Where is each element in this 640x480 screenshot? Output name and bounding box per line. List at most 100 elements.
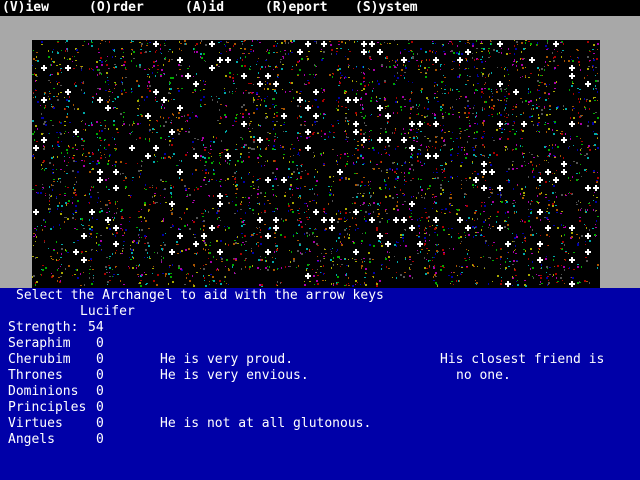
map-cell <box>554 265 559 267</box>
map-cell <box>220 185 222 187</box>
map-cell <box>122 232 125 236</box>
map-cell <box>106 186 110 190</box>
map-cell <box>193 153 199 159</box>
map-cell <box>123 241 125 246</box>
map-frame <box>0 16 640 288</box>
map-cell <box>393 208 399 211</box>
menu-system[interactable]: (S)ystem <box>355 0 418 16</box>
map-cell <box>481 169 487 175</box>
map-cell <box>219 152 223 158</box>
map-cell <box>481 226 483 231</box>
archangel-name[interactable]: Lucifer <box>80 304 135 320</box>
map-cell <box>250 233 255 237</box>
map-cell <box>200 53 205 55</box>
map-cell <box>130 248 134 254</box>
map-cell <box>265 145 269 150</box>
map-cell <box>394 72 399 79</box>
map-cell <box>144 51 151 53</box>
map-cell <box>226 48 231 52</box>
map-cell <box>234 210 238 214</box>
strength-label: Strength: <box>8 320 79 335</box>
map-cell <box>144 202 151 206</box>
map-cell <box>352 193 359 198</box>
map-cell <box>353 249 359 255</box>
map-cell <box>74 228 78 230</box>
map-cell <box>456 96 462 100</box>
map-cell <box>281 113 287 119</box>
map-cell <box>248 128 253 132</box>
map-cell <box>360 282 367 286</box>
map-cell <box>73 249 79 255</box>
map-cell <box>50 64 52 66</box>
map-cell <box>64 121 71 126</box>
map-cell <box>355 112 357 116</box>
map-cell <box>572 106 575 111</box>
map-cell <box>400 240 407 247</box>
map-cell <box>385 152 390 156</box>
map-cell <box>288 176 292 178</box>
map-cell <box>49 194 52 199</box>
map-cell <box>348 49 351 52</box>
world-map[interactable] <box>32 40 600 288</box>
map-cell <box>472 40 477 47</box>
map-cell <box>405 257 406 260</box>
map-cell <box>497 185 503 191</box>
map-cell <box>105 89 111 92</box>
map-cell <box>264 160 268 166</box>
map-cell <box>512 114 517 117</box>
map-cell <box>56 241 63 245</box>
map-cell <box>200 56 206 62</box>
map-cell <box>561 194 567 196</box>
map-cell <box>168 281 174 285</box>
map-cell <box>538 172 541 175</box>
map-cell <box>385 113 391 119</box>
trait-text: He is very envious. <box>160 368 309 383</box>
map-cell <box>64 193 66 196</box>
map-cell <box>131 49 135 55</box>
map-cell <box>64 171 68 174</box>
map-cell <box>576 200 581 205</box>
map-cell <box>368 147 375 151</box>
map-cell <box>265 266 270 271</box>
menu-aid[interactable]: (A)id <box>185 0 224 16</box>
map-cell <box>576 234 583 239</box>
map-cell <box>210 136 215 143</box>
map-cell <box>225 105 227 107</box>
map-cell <box>545 169 551 175</box>
map-cell <box>265 113 268 119</box>
menu-view[interactable]: (V)iew <box>2 0 49 16</box>
menu-order[interactable]: (O)rder <box>89 0 144 16</box>
map-cell <box>496 248 502 251</box>
map-cell <box>252 176 254 183</box>
map-cell <box>73 240 79 243</box>
map-cell <box>460 162 463 167</box>
map-cell <box>65 48 68 52</box>
map-cell <box>290 258 295 263</box>
menu-report[interactable]: (R)eport <box>265 0 328 16</box>
map-cell <box>89 217 93 221</box>
map-cell <box>72 56 77 62</box>
map-cell <box>50 256 54 260</box>
map-cell <box>203 177 206 181</box>
map-cell <box>73 160 77 162</box>
map-cell <box>241 40 246 45</box>
map-cell <box>138 234 142 238</box>
map-cell <box>521 121 527 127</box>
map-cell <box>404 176 407 182</box>
map-cell <box>299 149 301 151</box>
map-cell <box>464 193 467 198</box>
map-cell <box>552 49 558 54</box>
map-cell <box>458 146 463 151</box>
map-cell <box>361 49 367 55</box>
map-cell <box>266 138 270 141</box>
map-cell <box>200 96 205 101</box>
map-cell <box>552 170 557 174</box>
map-cell <box>193 234 196 238</box>
map-cell <box>216 268 219 271</box>
map-cell <box>275 243 278 247</box>
friend-value: no one. <box>456 368 511 383</box>
map-cell <box>416 232 420 238</box>
map-cell <box>360 97 362 100</box>
map-cell <box>161 256 164 263</box>
map-cell <box>345 120 350 125</box>
